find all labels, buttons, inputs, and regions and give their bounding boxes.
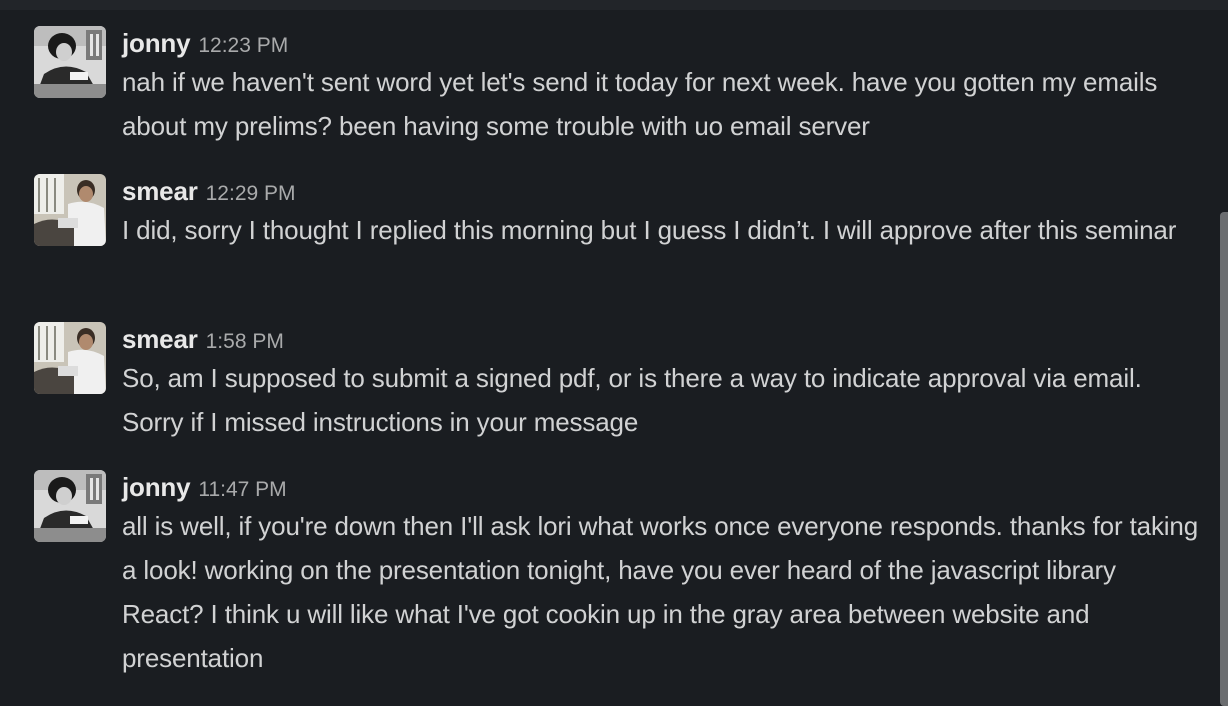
avatar[interactable] <box>34 174 106 246</box>
user-avatar-jonny-icon <box>34 470 106 542</box>
message-body: jonny 12:23 PM nah if we haven't sent wor… <box>122 26 1204 148</box>
timestamp[interactable]: 12:29 PM <box>206 182 296 205</box>
avatar[interactable] <box>34 470 106 542</box>
user-avatar-smear-icon <box>34 322 106 394</box>
message-header: jonny 12:23 PM <box>122 26 1204 60</box>
timestamp[interactable]: 11:47 PM <box>198 478 286 501</box>
author-name[interactable]: jonny <box>122 472 191 502</box>
message-body: smear 12:29 PM I did, sorry I thought I r… <box>122 174 1204 252</box>
message-text: So, am I supposed to submit a signed pdf… <box>122 363 1142 437</box>
message-body: jonny 11:47 PM all is well, if you're dow… <box>122 470 1204 680</box>
author-name[interactable]: smear <box>122 324 198 354</box>
timestamp[interactable]: 12:23 PM <box>198 34 288 57</box>
avatar[interactable] <box>34 322 106 394</box>
message-header: smear 12:29 PM <box>122 174 1204 208</box>
message-body: smear 1:58 PM So, am I supposed to submit… <box>122 322 1204 444</box>
message-text: I did, sorry I thought I replied this mo… <box>122 215 1177 245</box>
author-name[interactable]: jonny <box>122 28 191 58</box>
author-name[interactable]: smear <box>122 176 198 206</box>
message-header: jonny 11:47 PM <box>122 470 1204 504</box>
user-avatar-smear-icon <box>34 174 106 246</box>
scrollbar-thumb[interactable] <box>1220 212 1228 706</box>
message-text: all is well, if you're down then I'll as… <box>122 511 1199 673</box>
message-header: smear 1:58 PM <box>122 322 1204 356</box>
message-text: nah if we haven't sent word yet let's se… <box>122 67 1158 141</box>
timestamp[interactable]: 1:58 PM <box>206 330 284 353</box>
avatar[interactable] <box>34 26 106 98</box>
user-avatar-jonny-icon <box>34 26 106 98</box>
top-bar <box>0 0 1228 10</box>
